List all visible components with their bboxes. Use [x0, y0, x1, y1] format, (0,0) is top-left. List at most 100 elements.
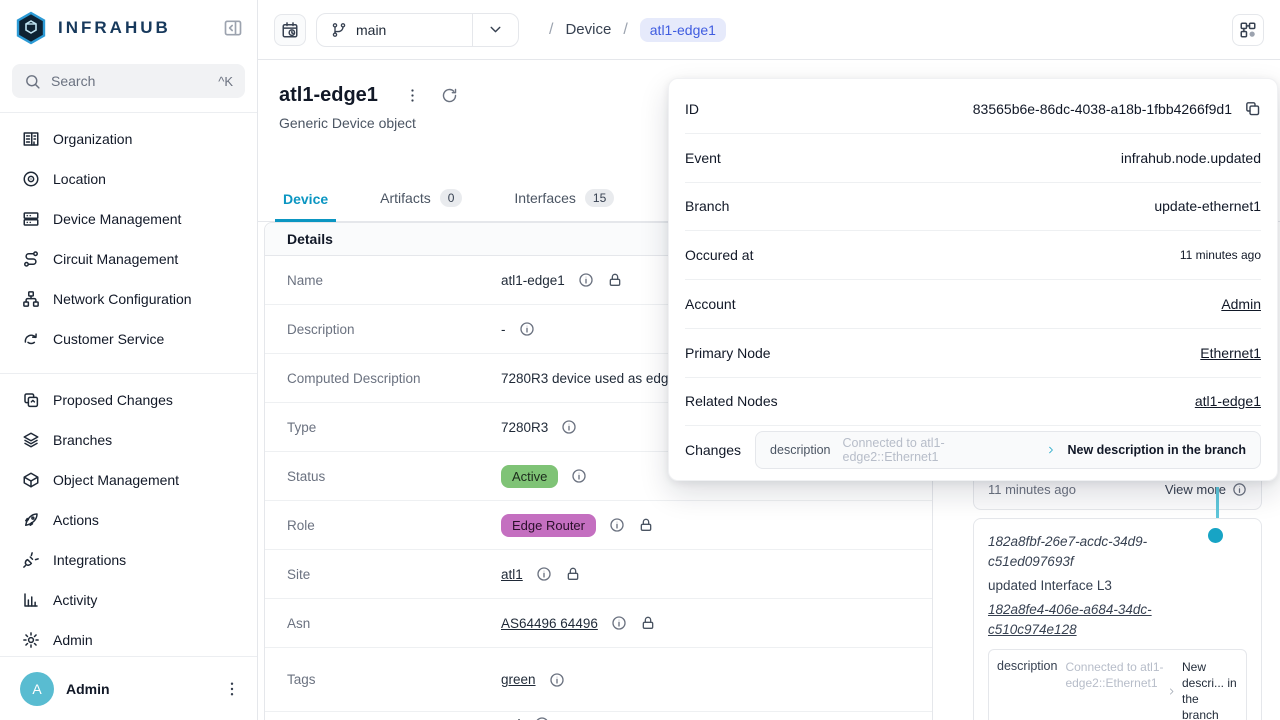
detail-row-role: Role Edge Router — [265, 501, 932, 550]
tab-badge: 15 — [585, 189, 614, 207]
branch-current: main — [317, 22, 472, 38]
detail-label: Name — [265, 273, 501, 288]
site-link[interactable]: atl1 — [501, 567, 523, 582]
event-target-link[interactable]: 182a8fe4-406e-a684-34dc-c510c974e128 — [988, 600, 1198, 640]
info-icon[interactable] — [609, 517, 625, 533]
account-link[interactable]: Admin — [1221, 296, 1261, 312]
lock-icon — [607, 272, 623, 288]
detail-row-asn: Asn AS64496 64496 — [265, 599, 932, 648]
info-icon[interactable] — [534, 716, 550, 720]
event-row-label: Account — [685, 296, 736, 312]
status-badge: Active — [501, 465, 558, 488]
copy-icon[interactable] — [1244, 100, 1261, 117]
info-icon[interactable] — [578, 272, 594, 288]
detail-value: 7280R3 device used as edge — [501, 371, 676, 386]
event-row-related-nodes: Related Nodes atl1-edge1 — [685, 378, 1261, 427]
schema-button[interactable] — [1232, 14, 1264, 46]
tab-interfaces[interactable]: Interfaces 15 — [510, 189, 618, 221]
user-name: Admin — [66, 681, 223, 697]
sidebar-item-admin[interactable]: Admin — [8, 620, 249, 660]
detail-row-partial: red — [265, 712, 932, 720]
event-row-label: Related Nodes — [685, 393, 778, 409]
detail-label: Type — [265, 420, 501, 435]
info-icon[interactable] — [536, 566, 552, 582]
tab-artifacts[interactable]: Artifacts 0 — [376, 189, 466, 221]
sidebar-item-label: Object Management — [53, 472, 179, 488]
sidebar-item-label: Location — [53, 171, 106, 187]
sidebar-item-proposed-changes[interactable]: Proposed Changes — [8, 380, 249, 420]
info-icon[interactable] — [549, 672, 565, 688]
sidebar-divider — [0, 112, 257, 113]
tab-device[interactable]: Device — [279, 191, 332, 221]
search-input[interactable]: Search ^K — [12, 64, 245, 98]
event-change-box: description Connected to atl1-edge2::Eth… — [988, 649, 1247, 720]
object-menu-kebab-icon[interactable] — [404, 87, 421, 104]
event-node-id: 182a8fbf-26e7-acdc-34d9-c51ed097693f — [988, 532, 1198, 572]
branch-dropdown-toggle[interactable] — [472, 14, 518, 46]
sidebar-item-label: Network Configuration — [53, 291, 192, 307]
event-id-value: 83565b6e-86dc-4038-a18b-1fbb4266f9d1 — [973, 101, 1232, 117]
sidebar-item-activity[interactable]: Activity — [8, 580, 249, 620]
sidebar-item-label: Branches — [53, 432, 112, 448]
event-row-label: ID — [685, 101, 699, 117]
info-icon[interactable] — [571, 468, 587, 484]
event-row-value: 11 minutes ago — [1180, 248, 1261, 262]
lock-icon — [565, 566, 581, 582]
event-row-label: Primary Node — [685, 345, 771, 361]
sidebar-item-network-configuration[interactable]: Network Configuration — [8, 279, 249, 319]
chevron-down-icon — [487, 21, 504, 38]
info-icon[interactable] — [611, 615, 627, 631]
related-nodes-link[interactable]: atl1-edge1 — [1195, 393, 1261, 409]
event-row-id: ID 83565b6e-86dc-4038-a18b-1fbb4266f9d1 — [685, 85, 1261, 134]
search-placeholder: Search — [51, 73, 218, 89]
sidebar-item-organization[interactable]: Organization — [8, 119, 249, 159]
info-icon[interactable] — [561, 419, 577, 435]
timeline-dot — [1208, 528, 1223, 543]
event-detail-popover: ID 83565b6e-86dc-4038-a18b-1fbb4266f9d1 … — [668, 78, 1278, 481]
tag-link[interactable]: green — [501, 672, 536, 687]
event-row-account: Account Admin — [685, 280, 1261, 329]
event-row-event: Event infrahub.node.updated — [685, 134, 1261, 183]
detail-label: Computed Description — [265, 371, 501, 386]
sidebar-item-device-management[interactable]: Device Management — [8, 199, 249, 239]
sidebar-item-integrations[interactable]: Integrations — [8, 540, 249, 580]
view-more-button[interactable]: View more — [1165, 482, 1247, 497]
refresh-icon[interactable] — [441, 87, 458, 104]
sidebar-item-customer-service[interactable]: Customer Service — [8, 319, 249, 359]
brand: INFRAHUB — [0, 0, 257, 56]
sidebar-item-label: Device Management — [53, 211, 181, 227]
collapse-sidebar-icon[interactable] — [223, 18, 243, 38]
asn-link[interactable]: AS64496 64496 — [501, 616, 598, 631]
change-old-value: Connected to atl1-edge2::Ethernet1 — [843, 436, 1034, 464]
plug-icon — [22, 551, 40, 569]
tag-link[interactable]: red — [501, 717, 521, 720]
calendar-clock-icon — [281, 21, 299, 39]
sidebar-item-location[interactable]: Location — [8, 159, 249, 199]
change-old-value: Connected to atl1-edge2::Ethernet1 — [1065, 659, 1167, 720]
sidebar-item-circuit-management[interactable]: Circuit Management — [8, 239, 249, 279]
detail-label: Status — [265, 469, 501, 484]
changes-box: description Connected to atl1-edge2::Eth… — [755, 431, 1261, 469]
topbar: main / Device / atl1-edge1 — [258, 0, 1280, 60]
sidebar-item-object-management[interactable]: Object Management — [8, 460, 249, 500]
rocket-icon — [22, 511, 40, 529]
primary-node-link[interactable]: Ethernet1 — [1200, 345, 1261, 361]
info-icon[interactable] — [519, 321, 535, 337]
search-shortcut: ^K — [218, 74, 233, 89]
time-travel-button[interactable] — [274, 14, 306, 46]
search-icon — [24, 73, 41, 90]
tab-label: Artifacts — [380, 190, 431, 206]
user-menu-kebab-icon[interactable] — [223, 680, 241, 698]
breadcrumb-separator: / — [549, 21, 553, 39]
branch-selector[interactable]: main — [316, 13, 519, 47]
event-row-primary-node: Primary Node Ethernet1 — [685, 329, 1261, 378]
sidebar-item-actions[interactable]: Actions — [8, 500, 249, 540]
breadcrumb-current-chip[interactable]: atl1-edge1 — [640, 18, 726, 42]
detail-value: atl1-edge1 — [501, 273, 565, 288]
sidebar-item-branches[interactable]: Branches — [8, 420, 249, 460]
detail-row-site: Site atl1 — [265, 550, 932, 599]
breadcrumb-device[interactable]: Device — [565, 21, 611, 38]
branch-name: main — [356, 22, 386, 38]
sidebar-item-label: Organization — [53, 131, 132, 147]
event-row-label: Occured at — [685, 247, 753, 263]
